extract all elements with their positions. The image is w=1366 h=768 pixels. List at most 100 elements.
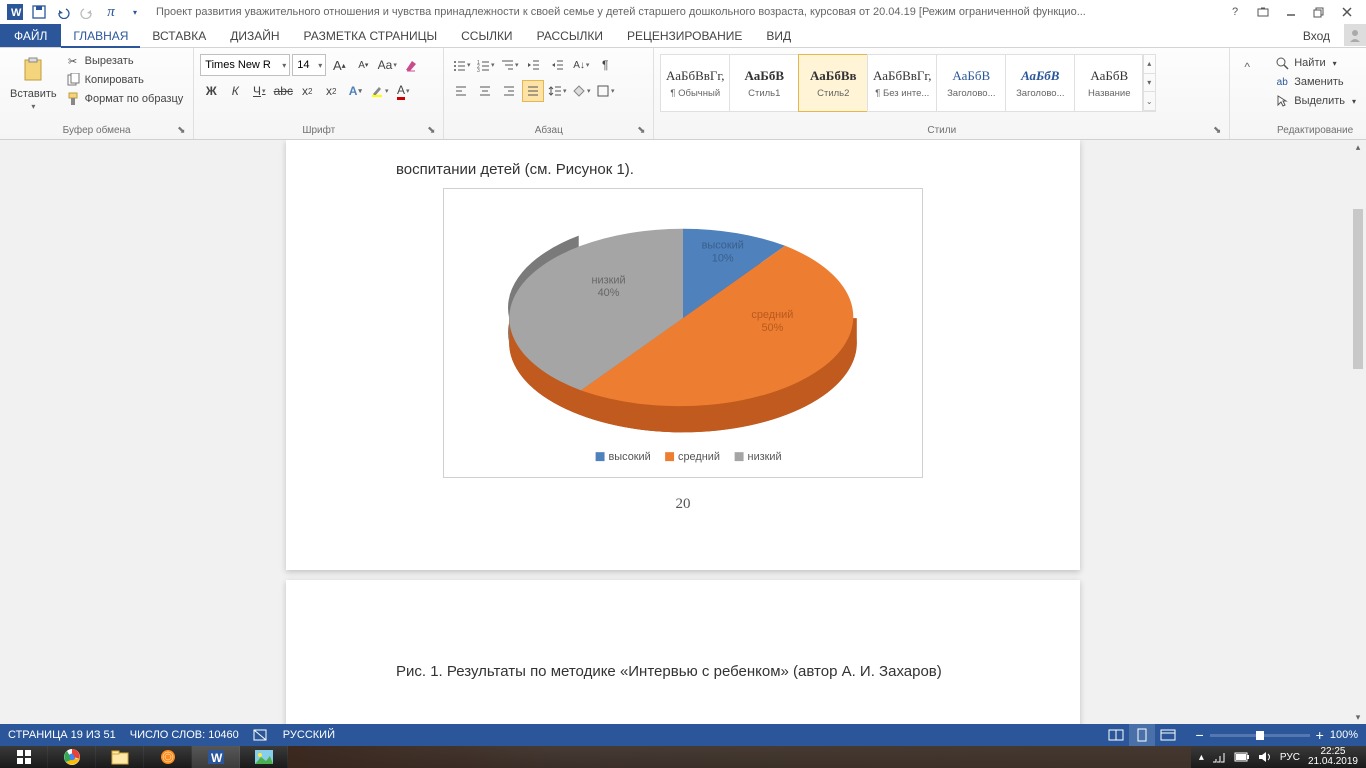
redo-icon[interactable] <box>76 1 98 23</box>
superscript-button[interactable]: x2 <box>320 80 342 102</box>
avatar-icon[interactable] <box>1344 24 1366 46</box>
format-painter-button[interactable]: Формат по образцу <box>61 90 188 108</box>
page-next[interactable]: Рис. 1. Результаты по методике «Интервью… <box>286 580 1080 724</box>
shading-button[interactable] <box>570 80 592 102</box>
style-gallery-scroll[interactable]: ▴▾⌄ <box>1142 54 1156 112</box>
scroll-down-icon[interactable]: ▾ <box>1350 710 1366 724</box>
tab-mailings[interactable]: РАССЫЛКИ <box>525 24 615 47</box>
line-spacing-button[interactable] <box>546 80 568 102</box>
style-down-icon[interactable]: ▾ <box>1143 74 1155 93</box>
taskbar-explorer[interactable] <box>96 746 144 768</box>
text-effects-button[interactable]: A <box>344 80 366 102</box>
spelling-icon[interactable] <box>253 728 269 742</box>
select-button[interactable]: Выделить▾ <box>1270 92 1360 110</box>
tab-home[interactable]: ГЛАВНАЯ <box>61 24 140 47</box>
web-layout-icon[interactable] <box>1155 724 1181 746</box>
status-words[interactable]: ЧИСЛО СЛОВ: 10460 <box>130 729 239 741</box>
tab-references[interactable]: ССЫЛКИ <box>449 24 524 47</box>
tab-view[interactable]: ВИД <box>754 24 803 47</box>
font-name-select[interactable]: Times New R <box>200 54 290 76</box>
tray-network-icon[interactable] <box>1212 751 1226 763</box>
clipboard-launcher-icon[interactable]: ⬊ <box>175 125 187 137</box>
clear-format-button[interactable] <box>400 54 422 76</box>
align-center-button[interactable] <box>474 80 496 102</box>
zoom-level[interactable]: 100% <box>1330 729 1358 741</box>
pie-chart[interactable]: высокий 10% средний 50% низкий 40% высок… <box>443 188 923 478</box>
cut-button[interactable]: ✂Вырезать <box>61 52 188 70</box>
start-button[interactable] <box>0 746 48 768</box>
align-left-button[interactable] <box>450 80 472 102</box>
status-language[interactable]: РУССКИЙ <box>283 729 335 741</box>
tab-design[interactable]: ДИЗАЙН <box>218 24 291 47</box>
vertical-scrollbar[interactable]: ▴ ▾ <box>1350 140 1366 724</box>
collapse-ribbon-icon[interactable]: ^ <box>1236 56 1258 78</box>
ribbon-options-icon[interactable] <box>1252 1 1274 23</box>
tab-layout[interactable]: РАЗМЕТКА СТРАНИЦЫ <box>292 24 450 47</box>
taskbar-app[interactable] <box>144 746 192 768</box>
styles-launcher-icon[interactable]: ⬊ <box>1211 125 1223 137</box>
strike-button[interactable]: abc <box>272 80 294 102</box>
change-case-button[interactable]: Aa <box>376 54 398 76</box>
italic-button[interactable]: К <box>224 80 246 102</box>
pi-icon[interactable]: π <box>100 1 122 23</box>
style-1[interactable]: АаБбВСтиль1 <box>729 54 799 112</box>
taskbar-chrome[interactable] <box>48 746 96 768</box>
restore-icon[interactable] <box>1308 1 1330 23</box>
paragraph-launcher-icon[interactable]: ⬊ <box>635 125 647 137</box>
font-launcher-icon[interactable]: ⬊ <box>425 125 437 137</box>
page-current[interactable]: воспитании детей (см. Рисунок 1). <box>286 140 1080 570</box>
scroll-up-icon[interactable]: ▴ <box>1350 140 1366 154</box>
word-icon[interactable]: W <box>4 1 26 23</box>
taskbar-photos[interactable] <box>240 746 288 768</box>
style-more-icon[interactable]: ⌄ <box>1143 92 1155 111</box>
font-size-select[interactable]: 14 <box>292 54 326 76</box>
paste-button[interactable]: Вставить ▾ <box>6 50 61 111</box>
tray-language[interactable]: РУС <box>1280 752 1300 763</box>
style-nospacing[interactable]: АаБбВвГг,¶ Без инте... <box>867 54 937 112</box>
borders-button[interactable] <box>594 80 616 102</box>
taskbar-word[interactable]: W <box>192 746 240 768</box>
show-marks-button[interactable]: ¶ <box>594 54 616 76</box>
replace-button[interactable]: abЗаменить <box>1270 73 1360 91</box>
decrease-indent-button[interactable] <box>522 54 544 76</box>
tray-battery-icon[interactable] <box>1234 752 1250 762</box>
font-color-button[interactable]: A <box>392 80 414 102</box>
undo-icon[interactable] <box>52 1 74 23</box>
scroll-thumb[interactable] <box>1353 209 1363 369</box>
tab-review[interactable]: РЕЦЕНЗИРОВАНИЕ <box>615 24 754 47</box>
tab-insert[interactable]: ВСТАВКА <box>140 24 218 47</box>
status-page[interactable]: СТРАНИЦА 19 ИЗ 51 <box>8 729 116 741</box>
underline-button[interactable]: Ч <box>248 80 270 102</box>
file-tab[interactable]: ФАЙЛ <box>0 24 61 47</box>
qat-dropdown-icon[interactable]: ▾ <box>124 1 146 23</box>
minimize-icon[interactable] <box>1280 1 1302 23</box>
bold-button[interactable]: Ж <box>200 80 222 102</box>
style-heading1[interactable]: АаБбВЗаголово... <box>936 54 1006 112</box>
align-right-button[interactable] <box>498 80 520 102</box>
bullets-button[interactable] <box>450 54 472 76</box>
numbering-button[interactable]: 123 <box>474 54 496 76</box>
zoom-out-button[interactable]: − <box>1195 727 1203 743</box>
style-up-icon[interactable]: ▴ <box>1143 55 1155 74</box>
style-title[interactable]: АаБбВНазвание <box>1074 54 1144 112</box>
save-icon[interactable] <box>28 1 50 23</box>
zoom-slider[interactable] <box>1210 734 1310 737</box>
grow-font-button[interactable]: A▴ <box>328 54 350 76</box>
shrink-font-button[interactable]: A▾ <box>352 54 374 76</box>
zoom-in-button[interactable]: + <box>1316 727 1324 743</box>
tray-volume-icon[interactable] <box>1258 751 1272 763</box>
tray-clock[interactable]: 22:25 21.04.2019 <box>1308 747 1358 767</box>
close-icon[interactable] <box>1336 1 1358 23</box>
multilevel-button[interactable] <box>498 54 520 76</box>
help-icon[interactable]: ? <box>1224 1 1246 23</box>
login-link[interactable]: Вход <box>1293 24 1340 47</box>
align-justify-button[interactable] <box>522 80 544 102</box>
read-mode-icon[interactable] <box>1103 724 1129 746</box>
increase-indent-button[interactable] <box>546 54 568 76</box>
subscript-button[interactable]: x2 <box>296 80 318 102</box>
style-2[interactable]: АаБбВвСтиль2 <box>798 54 868 112</box>
style-normal[interactable]: АаБбВвГг,¶ Обычный <box>660 54 730 112</box>
print-layout-icon[interactable] <box>1129 724 1155 746</box>
copy-button[interactable]: Копировать <box>61 71 188 89</box>
find-button[interactable]: Найти▾ <box>1270 54 1360 72</box>
